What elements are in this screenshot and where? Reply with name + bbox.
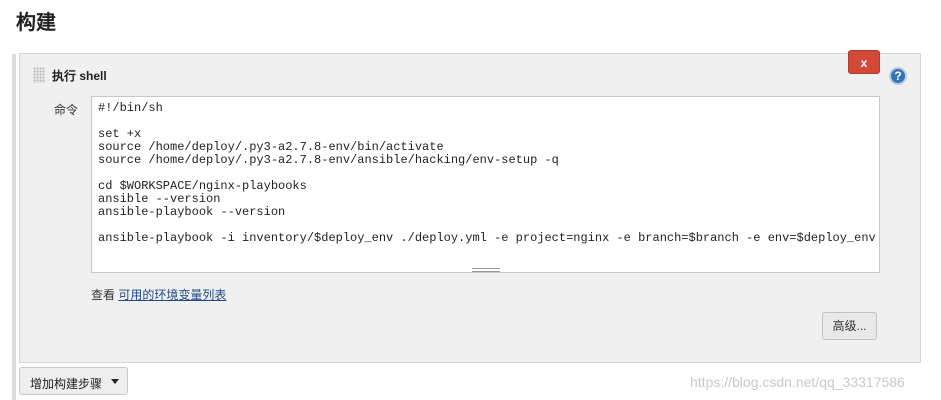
command-code[interactable]: #!/bin/sh set +x source /home/deploy/.py… (98, 102, 876, 245)
step-title: 执行 shell (52, 69, 107, 83)
section-title: 构建 (16, 12, 56, 34)
add-build-step-button[interactable]: 增加构建步骤 (19, 367, 128, 395)
delete-step-button[interactable]: x (848, 50, 880, 74)
env-vars-prefix: 查看 (91, 288, 116, 302)
command-label: 命令 (54, 103, 79, 117)
advanced-button[interactable]: 高级... (822, 312, 877, 340)
help-icon[interactable]: ? (889, 67, 907, 85)
section-left-bar (12, 54, 16, 400)
command-editor[interactable]: #!/bin/sh set +x source /home/deploy/.py… (91, 96, 880, 273)
env-vars-link[interactable]: 可用的环境变量列表 (118, 288, 226, 302)
resize-grip-icon[interactable] (472, 268, 500, 272)
drag-handle-icon[interactable] (33, 67, 45, 83)
add-build-step-label: 增加构建步骤 (30, 377, 103, 391)
env-vars-line: 查看 可用的环境变量列表 (91, 286, 226, 303)
watermark: https://blog.csdn.net/qq_33317586 (690, 374, 905, 390)
chevron-down-icon (111, 379, 119, 384)
